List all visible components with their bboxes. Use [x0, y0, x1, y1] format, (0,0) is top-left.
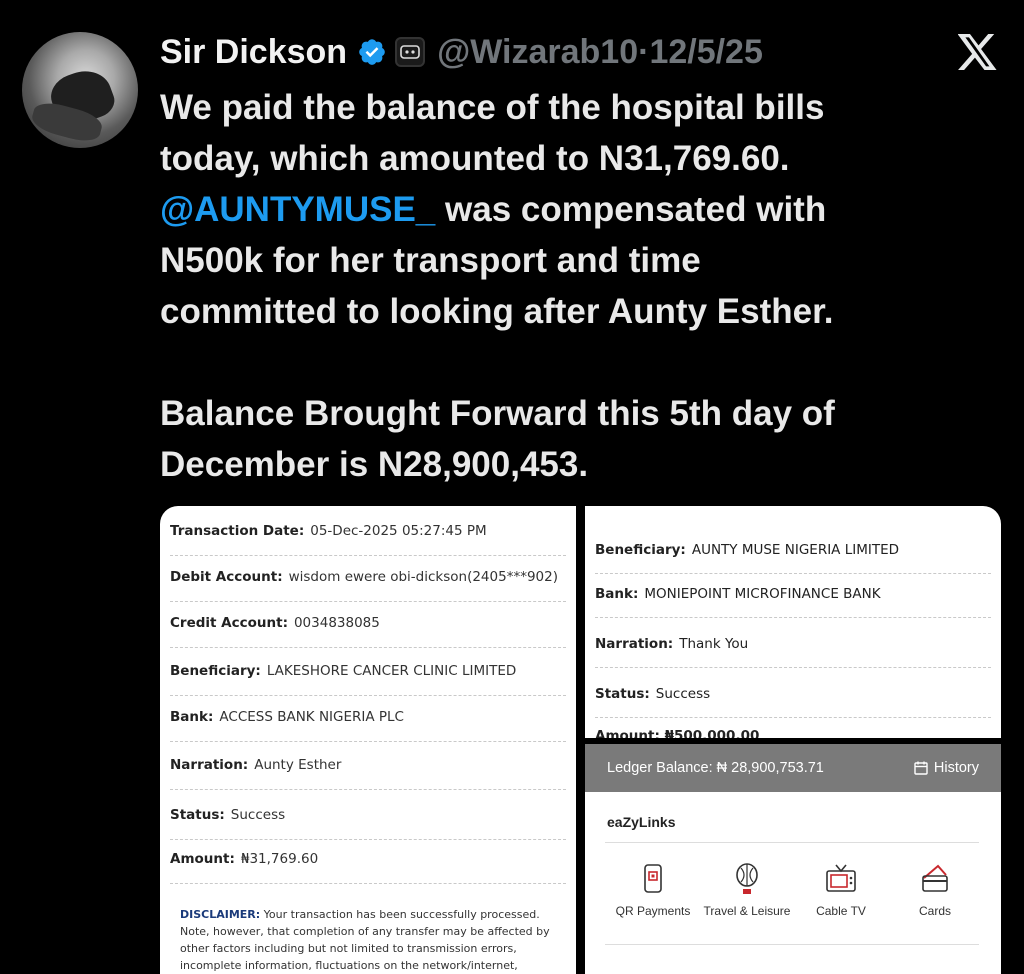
- author-handle[interactable]: @Wizarab10·12/5/25: [437, 33, 763, 72]
- receipt-row: Beneficiary: LAKESHORE CANCER CLINIC LIMI…: [170, 646, 566, 696]
- author-name[interactable]: Sir Dickson: [160, 33, 347, 72]
- divider: [605, 944, 979, 945]
- quick-links: QR Payments Travel & Leisure Cable TV Ca…: [607, 862, 981, 918]
- automated-account-icon: [395, 37, 426, 67]
- link-qr-payments[interactable]: QR Payments: [607, 862, 699, 918]
- avatar[interactable]: [22, 32, 138, 148]
- divider: [605, 842, 979, 843]
- ledger-bar: Ledger Balance: ₦ 28,900,753.71 History: [585, 744, 1001, 792]
- receipt-row: Amount: ₦31,769.60: [170, 834, 566, 884]
- section-title: eaZyLinks: [607, 814, 676, 830]
- tweet-line: @AUNTYMUSE_ was compensated with: [160, 190, 827, 229]
- amount-cut-off: Amount: ₦500,000.00: [595, 728, 760, 738]
- receipt-row: Bank: MONIEPOINT MICROFINANCE BANK: [595, 570, 991, 618]
- tweet-line: December is N28,900,453.: [160, 445, 589, 484]
- ledger-balance: Ledger Balance: ₦ 28,900,753.71: [607, 760, 824, 776]
- x-logo-icon[interactable]: [958, 34, 998, 70]
- link-cards[interactable]: Cards: [889, 862, 981, 918]
- disclaimer: DISCLAIMER: Your transaction has been su…: [180, 908, 550, 972]
- receipt-row: Transaction Date: 05-Dec-2025 05:27:45 PM: [170, 506, 566, 556]
- tweet-date: 12/5/25: [649, 32, 763, 71]
- link-cable-tv[interactable]: Cable TV: [795, 862, 887, 918]
- tweet-line: today, which amounted to N31,769.60.: [160, 139, 790, 178]
- tv-icon: [826, 864, 856, 892]
- balloon-icon: [736, 863, 758, 894]
- receipt-row: Status: Success: [595, 670, 991, 718]
- link-travel-leisure[interactable]: Travel & Leisure: [701, 862, 793, 918]
- receipt-row: Narration: Thank You: [595, 620, 991, 668]
- verified-badge-icon: [359, 39, 385, 65]
- tweet-line: We paid the balance of the hospital bill…: [160, 88, 825, 127]
- tweet-header: Sir Dickson @Wizarab10·12/5/25: [160, 30, 763, 74]
- calendar-icon: [914, 761, 928, 775]
- transaction-receipt-image[interactable]: Transaction Date: 05-Dec-2025 05:27:45 PM…: [160, 506, 576, 974]
- transaction-receipt-image-2[interactable]: Beneficiary: AUNTY MUSE NIGERIA LIMITED B…: [585, 506, 1001, 738]
- tweet-line: N500k for her transport and time: [160, 241, 701, 280]
- receipt-row: Beneficiary: AUNTY MUSE NIGERIA LIMITED: [595, 526, 991, 574]
- cards-icon: [922, 864, 948, 892]
- receipt-row: Debit Account: wisdom ewere obi-dickson(2…: [170, 552, 566, 602]
- tweet-line: committed to looking after Aunty Esther.: [160, 292, 834, 331]
- banking-app-screenshot[interactable]: Ledger Balance: ₦ 28,900,753.71 History …: [585, 744, 1001, 974]
- receipt-row: Status: Success: [170, 790, 566, 840]
- tweet-line: Balance Brought Forward this 5th day of: [160, 394, 835, 433]
- receipt-row: Credit Account: 0034838085: [170, 598, 566, 648]
- receipt-row: Bank: ACCESS BANK NIGERIA PLC: [170, 692, 566, 742]
- mention-link[interactable]: @AUNTYMUSE_: [160, 190, 435, 229]
- qr-phone-icon: [644, 864, 662, 893]
- tweet-text: We paid the balance of the hospital bill…: [160, 82, 980, 490]
- history-button[interactable]: History: [914, 760, 979, 776]
- receipt-row: Narration: Aunty Esther: [170, 740, 566, 790]
